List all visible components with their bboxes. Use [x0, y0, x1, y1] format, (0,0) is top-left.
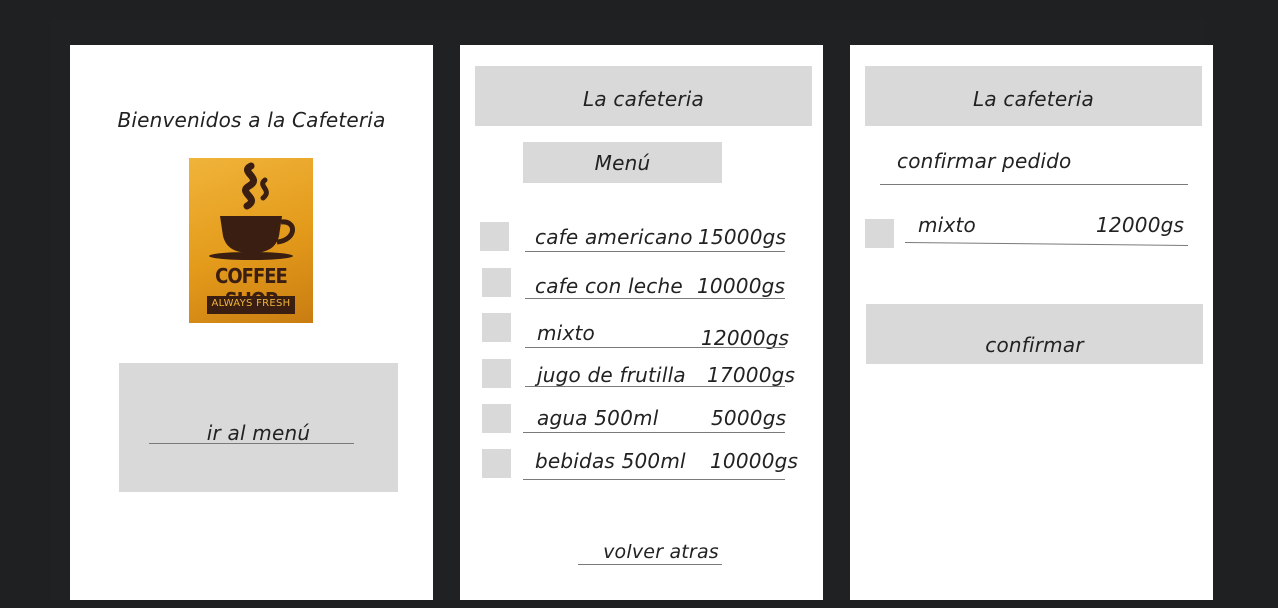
item-price: 15000gs — [698, 225, 787, 249]
back-button-underline — [578, 564, 722, 565]
item-price: 10000gs — [697, 274, 786, 298]
welcome-title: Bienvenidos a la Cafeteria — [117, 108, 386, 132]
item-price: 17000gs — [707, 363, 796, 387]
item-name: jugo de frutilla — [537, 363, 686, 387]
welcome-frame: Bienvenidos a la Cafeteria COFFEE SHOP A… — [70, 45, 433, 600]
item-checkbox[interactable] — [482, 359, 511, 388]
item-name: cafe americano — [535, 225, 693, 249]
go-to-menu-underline — [149, 443, 354, 444]
menu-section-title: Menú — [594, 151, 651, 175]
item-underline — [525, 386, 785, 387]
item-name: agua 500ml — [537, 406, 659, 430]
item-price: 12000gs — [1096, 213, 1185, 237]
item-name: bebidas 500ml — [535, 449, 686, 473]
item-checkbox[interactable] — [865, 219, 894, 248]
item-checkbox[interactable] — [482, 313, 511, 342]
item-underline — [525, 347, 785, 348]
item-underline — [904, 242, 1188, 246]
item-checkbox[interactable] — [482, 404, 511, 433]
coffee-cup-icon — [209, 162, 295, 260]
item-checkbox[interactable] — [482, 268, 511, 297]
confirm-button-label[interactable]: confirmar — [866, 333, 1203, 357]
logo-text-secondary: ALWAYS FRESH — [211, 298, 291, 309]
item-price: 10000gs — [710, 449, 799, 473]
item-name: mixto — [918, 213, 976, 237]
item-underline — [523, 432, 785, 433]
menu-frame: La cafeteria Menú cafe americano 15000gs… — [460, 45, 823, 600]
item-name: mixto — [537, 321, 595, 345]
item-underline — [525, 298, 785, 299]
confirm-order-underline — [880, 184, 1188, 185]
item-checkbox[interactable] — [480, 222, 509, 251]
item-underline — [525, 251, 785, 252]
coffee-shop-logo: COFFEE SHOP ALWAYS FRESH — [189, 158, 313, 323]
confirm-order-title: confirmar pedido — [897, 149, 1072, 173]
header-title: La cafeteria — [583, 87, 704, 111]
back-button[interactable]: volver atras — [578, 541, 744, 563]
item-checkbox[interactable] — [482, 449, 511, 478]
item-name: cafe con leche — [535, 274, 683, 298]
item-price: 5000gs — [711, 406, 787, 430]
go-to-menu-label[interactable]: ir al menú — [119, 421, 398, 445]
header-title: La cafeteria — [973, 87, 1094, 111]
item-underline — [523, 479, 785, 480]
confirm-frame: La cafeteria confirmar pedido mixto 1200… — [850, 45, 1213, 600]
